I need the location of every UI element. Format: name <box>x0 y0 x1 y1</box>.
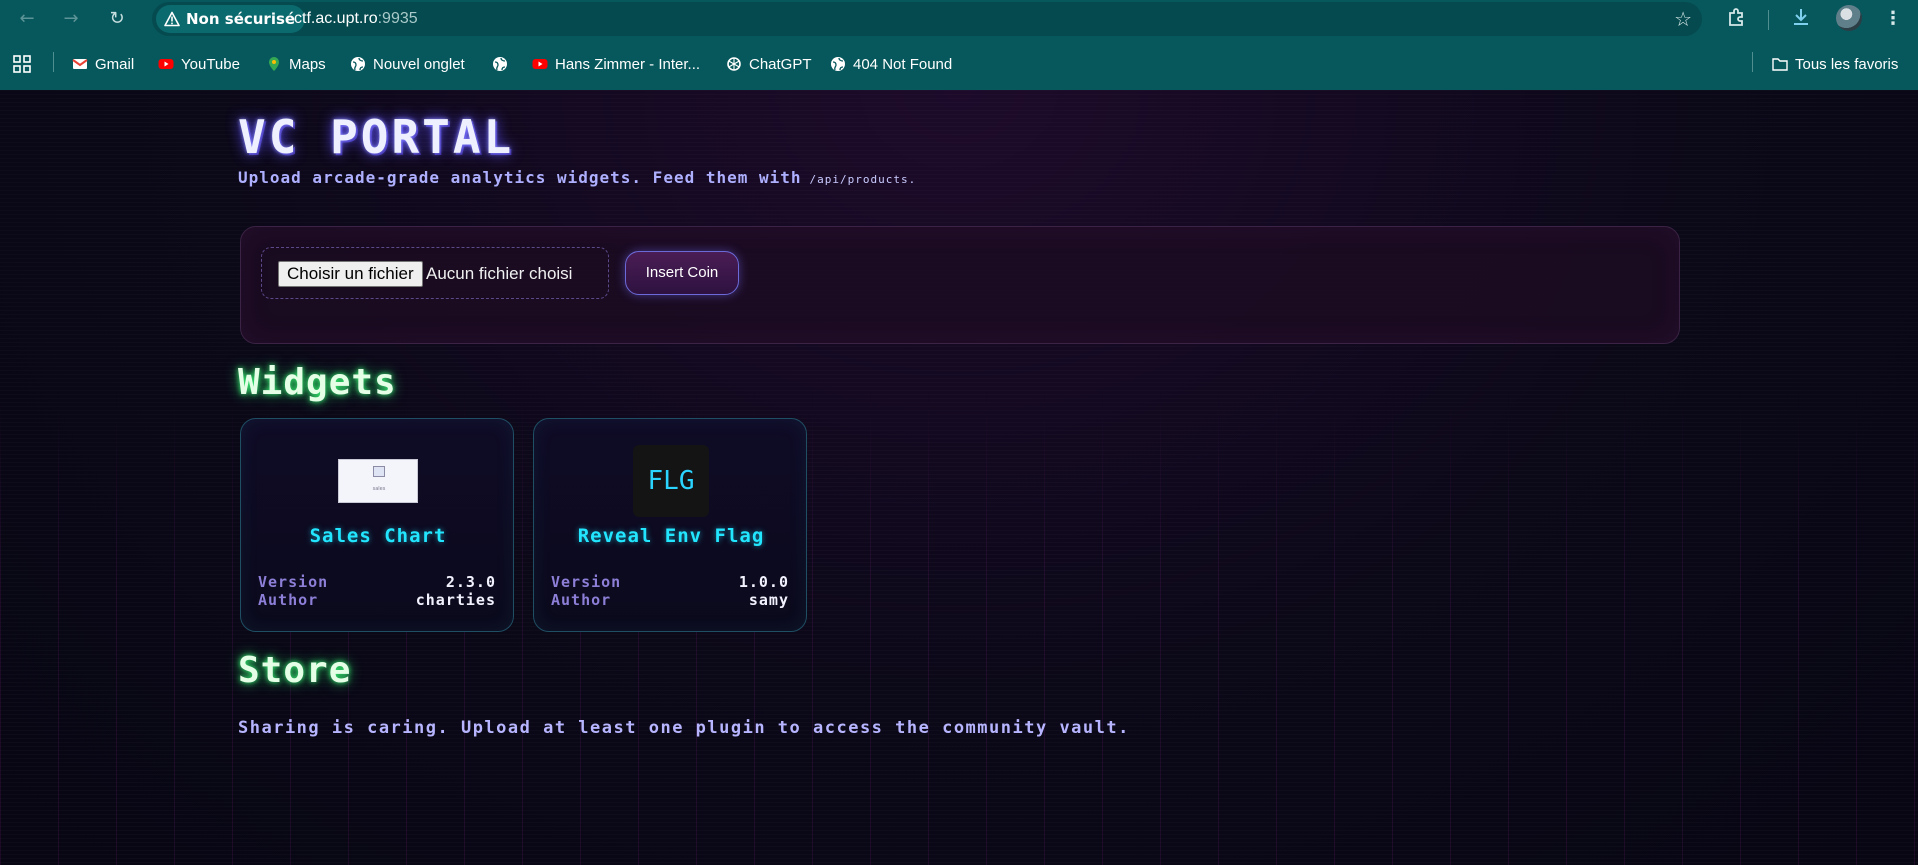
author-label: Author <box>258 591 319 609</box>
chatgpt-icon <box>727 57 741 71</box>
youtube-icon <box>532 59 548 69</box>
thumbnail-alt-text: sales <box>372 486 386 492</box>
toolbar-divider <box>1768 10 1769 30</box>
profile-avatar[interactable] <box>1836 5 1862 31</box>
page-subtitle: Upload arcade-grade analytics widgets. F… <box>238 168 916 187</box>
url-port: :9935 <box>377 10 418 27</box>
choose-file-button[interactable]: Choisir un fichier <box>278 261 423 287</box>
bookmark-label: ChatGPT <box>749 55 812 73</box>
all-bookmarks-label: Tous les favoris <box>1795 55 1899 73</box>
version-label: Version <box>551 573 622 591</box>
bookmark-label: YouTube <box>181 55 240 73</box>
author-label: Author <box>551 591 612 609</box>
widget-title: Sales Chart <box>309 525 447 547</box>
url-host: ctf.ac.upt.ro <box>294 10 378 27</box>
store-heading: Store <box>238 650 352 691</box>
widget-thumbnail-text: FLG <box>633 445 709 517</box>
store-message: Sharing is caring. Upload at least one p… <box>238 718 1130 738</box>
toolbar: ← → ↻ Non sécurisé ctf.ac.upt.ro:9935 ☆ … <box>0 0 1918 38</box>
widget-card[interactable]: FLG Reveal Env Flag Version 1.0.0 Author… <box>533 418 807 632</box>
bookmark-404[interactable]: 404 Not Found <box>830 52 952 76</box>
file-status-text: Aucun fichier choisi <box>426 264 573 283</box>
security-chip[interactable]: Non sécurisé <box>156 5 306 33</box>
reload-icon[interactable]: ↻ <box>104 6 130 32</box>
forward-arrow-icon[interactable]: → <box>58 6 84 32</box>
security-label: Non sécurisé <box>186 10 296 28</box>
version-value: 1.0.0 <box>738 573 789 591</box>
bookmark-label: Nouvel onglet <box>373 55 465 73</box>
widgets-heading: Widgets <box>238 362 397 403</box>
widget-thumbnail-image: sales <box>338 459 418 503</box>
globe-icon <box>493 57 507 71</box>
subtitle-text: Upload arcade-grade analytics widgets. F… <box>238 168 802 187</box>
download-icon[interactable] <box>1788 6 1814 32</box>
bookmark-label: 404 Not Found <box>853 55 953 73</box>
bookmark-nouvel-onglet[interactable]: Nouvel onglet <box>350 52 465 76</box>
gmail-icon <box>72 59 88 69</box>
menu-kebab-icon[interactable]: ⋮ <box>1880 6 1906 32</box>
bookmark-label: Hans Zimmer - Inter... <box>555 55 701 73</box>
address-bar[interactable]: Non sécurisé ctf.ac.upt.ro:9935 ☆ <box>152 2 1702 36</box>
youtube-icon <box>158 59 174 69</box>
bookmark-chatgpt[interactable]: ChatGPT <box>726 52 812 76</box>
bookmarks-divider <box>1752 52 1753 72</box>
bookmark-maps[interactable]: Maps <box>266 52 326 76</box>
widget-title: Reveal Env Flag <box>577 525 765 547</box>
version-value: 2.3.0 <box>445 573 496 591</box>
globe-icon <box>351 57 365 71</box>
maps-icon <box>269 57 279 71</box>
bookmark-hans-zimmer[interactable]: Hans Zimmer - Inter... <box>532 52 700 76</box>
bookmark-gmail[interactable]: Gmail <box>72 52 134 76</box>
file-dropzone[interactable]: Choisir un fichier Aucun fichier choisi <box>261 247 609 299</box>
version-label: Version <box>258 573 329 591</box>
bookmarks-divider <box>53 52 54 72</box>
bookmark-globe[interactable] <box>492 52 515 76</box>
api-endpoint-code: /api/products. <box>809 173 917 186</box>
insert-coin-button[interactable]: Insert Coin <box>625 251 739 295</box>
author-value: samy <box>748 591 789 609</box>
bookmarks-bar: Gmail YouTube Maps Nouvel onglet Hans Zi… <box>0 48 1918 80</box>
page-title: VC PORTAL <box>238 110 515 164</box>
author-value: charties <box>415 591 496 609</box>
url-text[interactable]: ctf.ac.upt.ro:9935 <box>294 2 418 36</box>
all-bookmarks-folder[interactable]: Tous les favoris <box>1772 52 1898 76</box>
bookmark-label: Gmail <box>95 55 135 73</box>
bookmark-star-icon[interactable]: ☆ <box>1674 7 1692 31</box>
page-content: VC PORTAL Upload arcade-grade analytics … <box>0 90 1918 865</box>
warning-icon <box>164 11 180 27</box>
globe-icon <box>831 57 845 71</box>
upload-panel: Choisir un fichier Aucun fichier choisi … <box>240 226 1680 344</box>
bookmark-label: Maps <box>289 55 326 73</box>
widget-card[interactable]: sales Sales Chart Version 2.3.0 Author c… <box>240 418 514 632</box>
browser-chrome: ← → ↻ Non sécurisé ctf.ac.upt.ro:9935 ☆ … <box>0 0 1918 90</box>
apps-grid-icon[interactable] <box>12 52 32 76</box>
broken-image-icon <box>373 466 385 477</box>
folder-icon <box>1772 58 1788 71</box>
extensions-icon[interactable] <box>1724 6 1750 32</box>
back-arrow-icon[interactable]: ← <box>14 6 40 32</box>
bookmark-youtube[interactable]: YouTube <box>158 52 240 76</box>
